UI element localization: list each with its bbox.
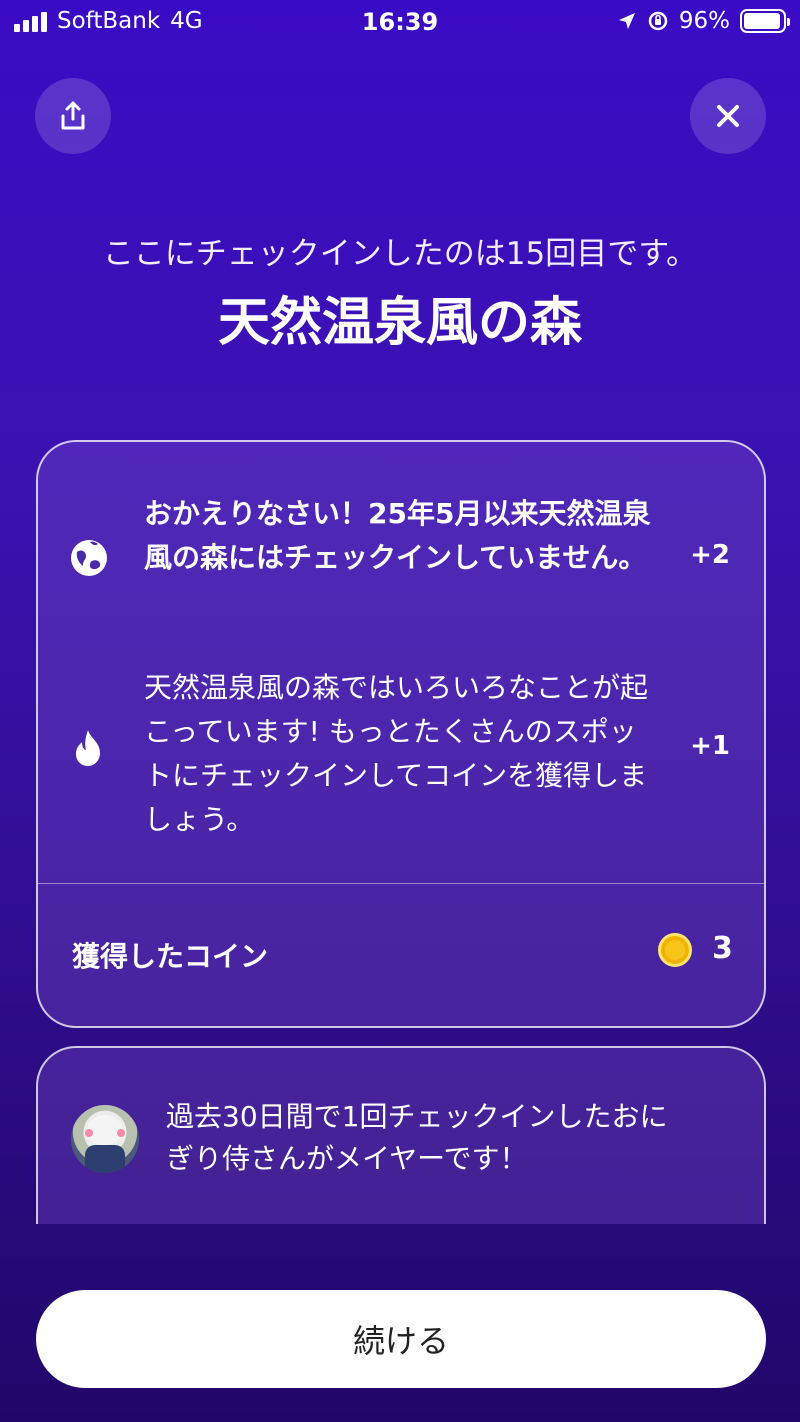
location-arrow-icon	[618, 13, 635, 29]
reward-points: +2	[690, 540, 730, 570]
avatar	[71, 1105, 139, 1173]
continue-button[interactable]: 続ける	[36, 1290, 766, 1388]
battery-icon	[740, 9, 790, 33]
mayor-text: 過去30日間で1回チェックインしたおにぎり侍さんがメイヤーです！	[166, 1100, 668, 1175]
flame-icon	[76, 730, 100, 766]
rewards-card: おかえりなさい！25年5月以来天然温泉風の森にはチェックインしていません。 +2…	[36, 440, 766, 1028]
share-icon	[61, 101, 85, 130]
divider	[38, 883, 764, 884]
earned-coins-value: 3	[712, 931, 733, 966]
close-icon	[717, 105, 739, 127]
reward-text: おかえりなさい！25年5月以来天然温泉風の森にはチェックインしていません。	[144, 497, 651, 574]
reward-row-welcome-back: おかえりなさい！25年5月以来天然温泉風の森にはチェックインしていません。 +2	[38, 492, 764, 622]
venue-title: 天然温泉風の森	[217, 293, 582, 353]
reward-row-explore: 天然温泉風の森ではいろいろなことが起こっています! もっとたくさんのスポットにチ…	[38, 666, 764, 846]
mayor-card[interactable]: 過去30日間で1回チェックインしたおにぎり侍さんがメイヤーです！	[36, 1046, 766, 1224]
checkin-count-text: ここにチェックインしたのは15回目です。	[102, 236, 698, 272]
share-button[interactable]	[35, 78, 111, 154]
reward-text: 天然温泉風の森ではいろいろなことが起こっています! もっとたくさんのスポットにチ…	[144, 671, 649, 836]
status-bar: SoftBank 4G 16:39 96%	[0, 0, 800, 46]
close-button[interactable]	[690, 78, 766, 154]
orientation-lock-icon	[648, 11, 668, 31]
earned-coins-label: 獲得したコイン	[72, 940, 269, 973]
status-right: 96%	[617, 8, 790, 34]
reward-points: +1	[690, 731, 730, 761]
globe-icon	[71, 540, 107, 576]
coin-icon	[658, 933, 692, 967]
battery-percent: 96%	[678, 8, 730, 34]
